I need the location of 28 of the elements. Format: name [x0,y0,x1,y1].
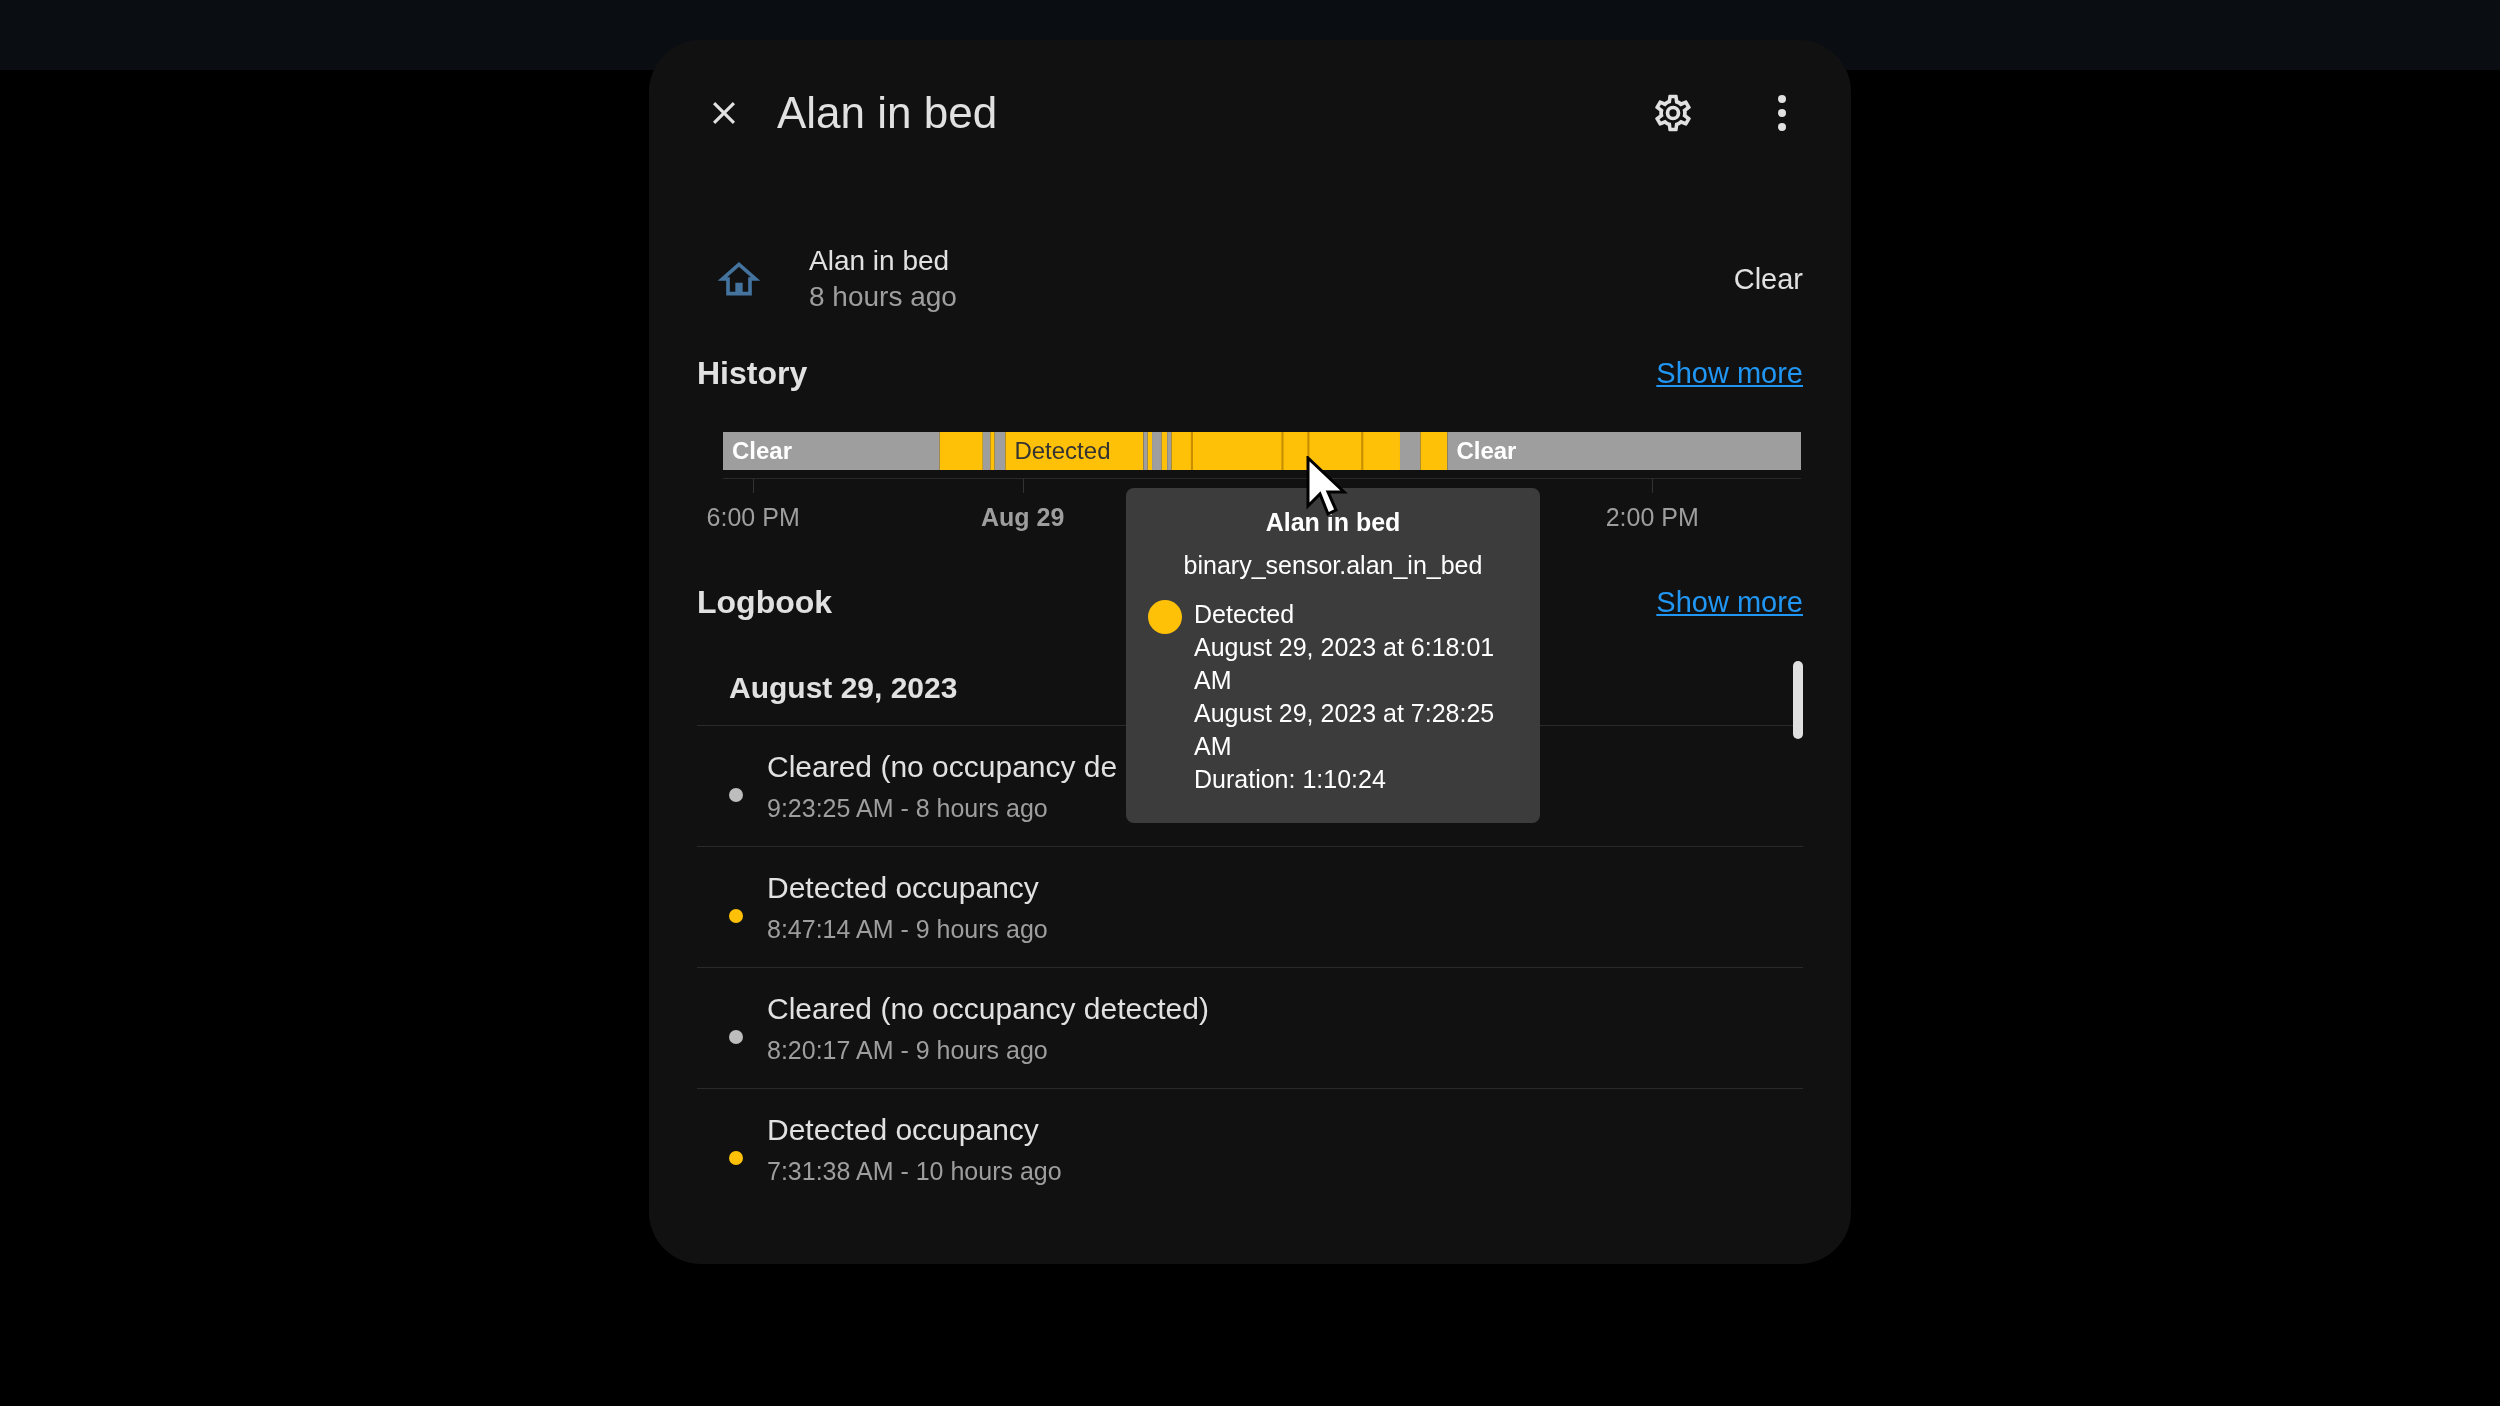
tooltip-state: Detected [1194,599,1296,630]
logbook-entry[interactable]: Detected occupancy 7:31:38 AM - 10 hours ago [697,1089,1803,1196]
axis-tick-label: 6:00 PM [706,503,800,532]
last-changed-text: 8 hours ago [809,281,957,313]
entity-id-text: binary_sensor.alan_in_bed [1182,551,1484,580]
entity-name: Alan in bed [809,245,951,277]
entity-state: Clear [1733,262,1803,296]
section-heading: Logbook [697,584,833,621]
tooltip-text: Duration: 1:10:24 [1194,764,1387,795]
log-time: 8:47:14 AM - 9 hours ago [767,914,1048,944]
show-more-link[interactable]: Show more [1656,586,1803,619]
axis-tick-label: 2:00 PM [1605,503,1699,532]
axis-tick-label: Aug 29 [981,503,1065,532]
log-time: 9:23:25 AM - 8 hours ago [767,793,1049,823]
logbook-entry[interactable]: Detected occupancy 8:47:14 AM - 9 hours ago [697,847,1803,968]
log-time: 8:20:17 AM - 9 hours ago [767,1035,1049,1065]
log-message: Detected occupancy [767,1112,1040,1147]
logbook-entry[interactable]: Cleared (no occupancy detected) 8:20:17 AM - 9 hours ago [697,968,1803,1089]
show-more-link[interactable]: Show more [1656,357,1803,390]
dialog-title: Alan in bed [777,87,999,138]
more-vertical-icon [1775,92,1789,133]
log-message: Cleared (no occupancy de [767,749,1118,784]
section-heading: History [697,355,808,392]
scrollbar[interactable] [1793,661,1803,739]
log-time: 7:31:38 AM - 10 hours ago [767,1156,1062,1186]
log-message: Detected occupancy [767,870,1040,905]
log-message: Cleared (no occupancy detected) [767,991,1209,1026]
tooltip-title: Alan in bed [1264,508,1402,537]
